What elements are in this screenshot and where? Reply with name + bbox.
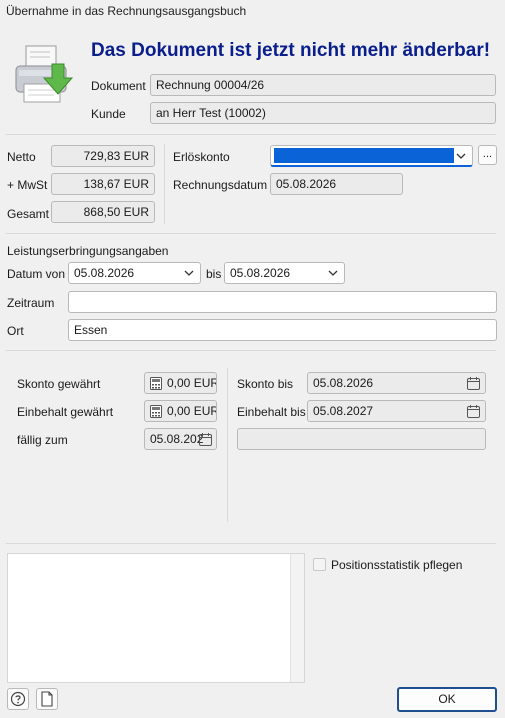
einbehalt-bis-value: 05.08.2027 xyxy=(313,404,374,418)
notes-textarea[interactable] xyxy=(7,553,305,683)
calendar-icon[interactable] xyxy=(199,433,212,446)
zeitraum-label: Zeitraum xyxy=(7,296,55,310)
einbehalt-gewaehrt-field[interactable]: 0,00 EUR xyxy=(144,400,217,422)
erloeskonto-selection xyxy=(274,148,454,163)
ort-label: Ort xyxy=(7,324,24,338)
bis-label: bis xyxy=(206,267,222,281)
chevron-down-icon xyxy=(184,270,194,276)
gesamt-label: Gesamt xyxy=(7,207,50,221)
dokument-label: Dokument xyxy=(91,79,146,93)
headline-warning: Das Dokument ist jetzt nicht mehr änderb… xyxy=(91,40,491,61)
help-icon xyxy=(10,691,26,707)
chevron-down-icon xyxy=(328,270,338,276)
window-title: Übernahme in das Rechnungsausgangsbuch xyxy=(6,4,247,18)
mwst-field: 138,67 EUR xyxy=(51,173,155,195)
rechnungsdatum-label: Rechnungsdatum xyxy=(173,178,268,192)
skonto-bis-label: Skonto bis xyxy=(237,377,294,391)
datum-von-picker[interactable]: 05.08.2026 xyxy=(68,262,201,284)
datum-von-value: 05.08.2026 xyxy=(74,266,135,280)
kunde-label: Kunde xyxy=(91,107,126,121)
einbehalt-bis-label: Einbehalt bis xyxy=(237,405,306,419)
kunde-field: an Herr Test (10002) xyxy=(150,102,496,124)
einbehalt-bis-field[interactable]: 05.08.2027 xyxy=(307,400,486,422)
erloeskonto-more-button[interactable]: ... xyxy=(478,145,497,165)
netto-field: 729,83 EUR xyxy=(51,145,155,167)
skonto-bis-value: 05.08.2026 xyxy=(313,376,374,390)
separator-lower xyxy=(6,350,496,351)
skonto-bis-field[interactable]: 05.08.2026 xyxy=(307,372,486,394)
ort-input[interactable]: Essen xyxy=(68,319,497,341)
faellig-value: 05.08.202 xyxy=(150,432,204,446)
faellig-label: fällig zum xyxy=(17,433,68,447)
datum-von-label: Datum von xyxy=(7,267,66,281)
einbehalt-gewaehrt-label: Einbehalt gewährt xyxy=(17,405,114,419)
ok-button[interactable]: OK xyxy=(397,687,497,712)
erloeskonto-label: Erlöskonto xyxy=(173,150,230,164)
calendar-icon[interactable] xyxy=(467,405,480,418)
gesamt-field: 868,50 EUR xyxy=(51,201,155,223)
skonto-gewaehrt-value: 0,00 EUR xyxy=(167,376,217,390)
help-button[interactable] xyxy=(7,688,29,710)
calculator-icon[interactable] xyxy=(150,377,162,390)
notes-scrollbar[interactable] xyxy=(290,554,304,682)
totals-divider xyxy=(164,144,165,224)
positionsstatistik-label[interactable]: Positionsstatistik pflegen xyxy=(331,558,462,572)
dokument-field: Rechnung 00004/26 xyxy=(150,74,496,96)
chevron-down-icon xyxy=(456,153,466,159)
datum-bis-value: 05.08.2026 xyxy=(230,266,291,280)
netto-label: Netto xyxy=(7,150,36,164)
positionsstatistik-checkbox[interactable] xyxy=(313,558,326,571)
payment-divider xyxy=(227,368,228,522)
printer-export-icon xyxy=(14,42,76,108)
mwst-label: + MwSt xyxy=(7,178,48,192)
einbehalt-gewaehrt-value: 0,00 EUR xyxy=(167,404,217,418)
calendar-icon[interactable] xyxy=(467,377,480,390)
calculator-icon[interactable] xyxy=(150,405,162,418)
datum-bis-picker[interactable]: 05.08.2026 xyxy=(224,262,345,284)
separator-bottom xyxy=(6,543,496,544)
leistung-section-label: Leistungserbringungsangaben xyxy=(7,244,169,258)
document-icon xyxy=(41,691,53,707)
faellig-field[interactable]: 05.08.202 xyxy=(144,428,217,450)
rechnungsdatum-field: 05.08.2026 xyxy=(270,173,403,195)
separator-top xyxy=(6,134,496,135)
skonto-gewaehrt-field[interactable]: 0,00 EUR xyxy=(144,372,217,394)
separator-mid xyxy=(6,233,496,234)
zeitraum-input[interactable] xyxy=(68,291,497,313)
document-button[interactable] xyxy=(36,688,58,710)
skonto-gewaehrt-label: Skonto gewährt xyxy=(17,377,101,391)
erloeskonto-select[interactable] xyxy=(270,145,473,167)
extra-field xyxy=(237,428,486,450)
